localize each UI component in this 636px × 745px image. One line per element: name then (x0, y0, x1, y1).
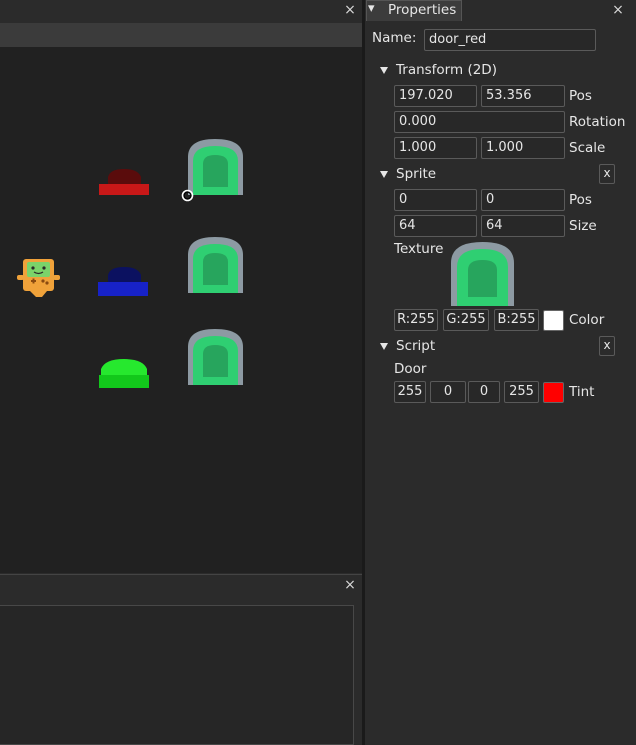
sprite-color-g-field[interactable]: G:255 (443, 309, 489, 331)
sprite-size-h-field[interactable]: 64 (481, 215, 565, 237)
button-sprite-red[interactable] (99, 169, 149, 195)
sprite-pos-y-field[interactable]: 0 (481, 189, 565, 211)
texture-preview[interactable] (450, 241, 515, 306)
properties-close-icon[interactable]: × (610, 3, 626, 19)
bottom-panel-content[interactable] (0, 605, 354, 745)
sprite-remove-button[interactable]: x (599, 164, 615, 184)
door-sprite-blue[interactable] (188, 237, 243, 293)
sprite-size-w-field[interactable]: 64 (394, 215, 477, 237)
script-header[interactable]: Script (396, 338, 435, 354)
tint-r-field[interactable]: 255 (394, 381, 426, 403)
name-label: Name: (372, 30, 417, 46)
button-sprite-blue[interactable] (98, 267, 148, 296)
script-name: Door (394, 361, 427, 377)
panel-menu-icon[interactable]: ▾ (368, 1, 375, 16)
scene-viewport[interactable] (0, 47, 362, 573)
transform-scale-x-field[interactable]: 1.000 (394, 137, 477, 159)
transform-collapse-icon[interactable] (380, 67, 388, 74)
transform-scale-label: Scale (569, 140, 606, 156)
mouse-cursor (181, 189, 194, 202)
button-sprite-green[interactable] (99, 359, 149, 388)
transform-rotation-field[interactable]: 0.000 (394, 111, 565, 133)
door-sprite-red[interactable] (188, 139, 243, 195)
sprite-color-b-field[interactable]: B:255 (494, 309, 539, 331)
transform-pos-y-field[interactable]: 53.356 (481, 85, 565, 107)
properties-title: Properties (388, 2, 457, 18)
sprite-header[interactable]: Sprite (396, 166, 436, 182)
sprite-pos-x-field[interactable]: 0 (394, 189, 477, 211)
scene-panel-titlebar (0, 0, 362, 23)
tint-color-swatch[interactable] (543, 382, 564, 403)
texture-label: Texture (394, 241, 444, 257)
tint-g-field[interactable]: 0 (430, 381, 466, 403)
sprite-pos-label: Pos (569, 192, 592, 208)
door-center (203, 155, 228, 187)
bottom-panel-titlebar (0, 574, 362, 597)
scene-tab-strip (0, 23, 362, 47)
transform-pos-label: Pos (569, 88, 592, 104)
bottom-close-icon[interactable]: × (342, 578, 358, 594)
door-sprite-green[interactable] (188, 329, 243, 385)
sprite-color-label: Color (569, 312, 605, 328)
player-sprite[interactable] (17, 259, 60, 297)
sprite-color-r-field[interactable]: R:255 (394, 309, 438, 331)
transform-rotation-label: Rotation (569, 114, 626, 130)
transform-scale-y-field[interactable]: 1.000 (481, 137, 565, 159)
transform-header[interactable]: Transform (2D) (396, 62, 497, 78)
sprite-collapse-icon[interactable] (380, 171, 388, 178)
tint-b-field[interactable]: 0 (468, 381, 500, 403)
sprite-color-swatch[interactable] (543, 310, 564, 331)
transform-pos-x-field[interactable]: 197.020 (394, 85, 477, 107)
tint-label: Tint (569, 384, 595, 400)
tint-a-field[interactable]: 255 (504, 381, 539, 403)
script-collapse-icon[interactable] (380, 343, 388, 350)
sprite-size-label: Size (569, 218, 597, 234)
scene-close-icon[interactable]: × (342, 3, 358, 19)
script-remove-button[interactable]: x (599, 336, 615, 356)
name-field[interactable]: door_red (424, 29, 596, 51)
